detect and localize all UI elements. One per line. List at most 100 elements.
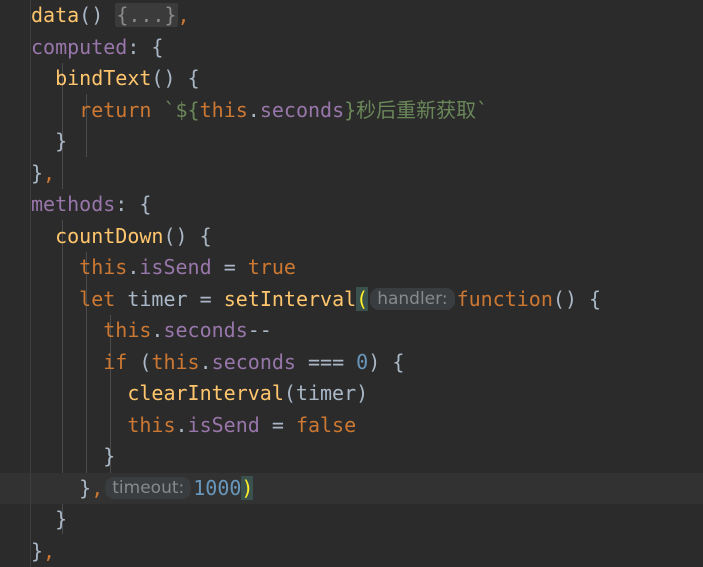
token-brace: }: [55, 129, 68, 153]
code-line[interactable]: methods: {: [0, 189, 703, 221]
code-line[interactable]: return `${this.seconds}秒后重新获取`: [0, 95, 703, 127]
code-line[interactable]: if (this.seconds === 0) {: [0, 347, 703, 379]
token-brace: {: [151, 34, 164, 59]
token-property: seconds: [163, 318, 248, 342]
token-interp-close: }: [344, 97, 357, 122]
code-line[interactable]: countDown() {: [0, 221, 703, 253]
code-line[interactable]: computed: {: [0, 32, 703, 64]
token-keyword-function: function: [456, 286, 553, 311]
gutter-divider: [30, 0, 31, 567]
token-property: seconds: [259, 97, 345, 122]
token-string-chinese: 秒后重新获取: [356, 97, 477, 122]
code-line[interactable]: }: [0, 126, 703, 158]
token-brace: }: [31, 538, 44, 563]
token-property: seconds: [211, 349, 296, 374]
token-paren: ): [368, 349, 381, 374]
token-dot: .: [199, 349, 212, 374]
token-paren: (: [552, 286, 565, 311]
token-backtick: `: [163, 97, 176, 122]
token-property: isSend: [139, 255, 212, 279]
code-line[interactable]: },: [0, 536, 703, 567]
token-function-call: clearInterval: [127, 381, 284, 405]
inlay-hint-handler[interactable]: handler:: [370, 287, 455, 310]
token-keyword-let: let: [79, 286, 116, 311]
token-operator: =: [223, 255, 236, 279]
code-line[interactable]: bindText() {: [0, 63, 703, 95]
code-line[interactable]: this.isSend = false: [0, 410, 703, 442]
token-this: this: [79, 255, 128, 279]
code-editor[interactable]: data() {...}, computed: { bindText() { r…: [0, 0, 703, 567]
token-keyword-return: return: [79, 97, 152, 122]
bracket-match-close: ): [241, 475, 254, 500]
token-paren: (: [139, 349, 152, 374]
token-variable: timer: [295, 381, 357, 405]
token-brace: }: [31, 160, 44, 185]
token-dot: .: [151, 318, 164, 342]
token-brace: }: [55, 507, 68, 531]
token-comma: ,: [43, 160, 56, 185]
token-comma: ,: [91, 475, 104, 500]
token-dot: .: [127, 255, 140, 279]
token-paren: ): [163, 66, 176, 90]
token-variable: timer: [127, 286, 188, 311]
token-this: this: [151, 349, 200, 374]
code-content[interactable]: data() {...}, computed: { bindText() { r…: [0, 0, 703, 567]
token-dot: .: [247, 97, 260, 122]
token-brace: {: [199, 223, 212, 248]
code-line[interactable]: let timer = setInterval(handler: function…: [0, 284, 703, 316]
token-brace: {: [139, 192, 152, 216]
code-line[interactable]: this.isSend = true: [0, 252, 703, 284]
token-function-name: bindText: [55, 66, 152, 90]
token-brace: {: [589, 286, 602, 311]
token-function-name: data: [31, 3, 80, 27]
folded-region[interactable]: {...}: [115, 3, 178, 27]
code-line[interactable]: },: [0, 158, 703, 190]
token-paren: ): [564, 286, 577, 311]
token-object-key: computed: [31, 34, 128, 59]
token-boolean-false: false: [295, 412, 357, 437]
code-line[interactable]: data() {...},: [0, 0, 703, 32]
token-paren: (: [79, 3, 92, 27]
token-paren: ): [175, 223, 188, 248]
token-function-name: countDown: [55, 223, 164, 248]
token-brace: }: [103, 444, 116, 468]
token-brace: {: [392, 349, 405, 374]
token-property: isSend: [187, 412, 260, 437]
token-backtick: `: [476, 97, 489, 122]
code-line[interactable]: }: [0, 504, 703, 536]
token-this: this: [127, 412, 176, 437]
token-paren: (: [151, 66, 164, 90]
token-number: 1000: [193, 475, 242, 500]
code-line[interactable]: clearInterval(timer): [0, 378, 703, 410]
inlay-hint-timeout[interactable]: timeout:: [105, 476, 192, 499]
code-line-current[interactable]: }, timeout: 1000): [0, 472, 703, 504]
token-interp-open: ${: [175, 97, 200, 122]
token-brace: }: [79, 475, 92, 500]
code-line[interactable]: this.seconds--: [0, 315, 703, 347]
token-object-key: methods: [31, 192, 116, 216]
token-operator-strict-equals: ===: [308, 349, 345, 374]
token-number: 0: [356, 349, 369, 374]
token-colon: :: [115, 192, 128, 216]
token-operator: =: [271, 412, 284, 437]
token-this: this: [103, 318, 152, 342]
token-comma: ,: [43, 538, 56, 563]
token-colon: :: [127, 34, 140, 59]
token-keyword-if: if: [103, 349, 128, 374]
token-paren: (: [163, 223, 176, 248]
code-line[interactable]: }: [0, 441, 703, 473]
token-operator-decrement: --: [247, 318, 272, 342]
bracket-match-open: (: [356, 286, 369, 311]
token-boolean-true: true: [247, 255, 296, 279]
